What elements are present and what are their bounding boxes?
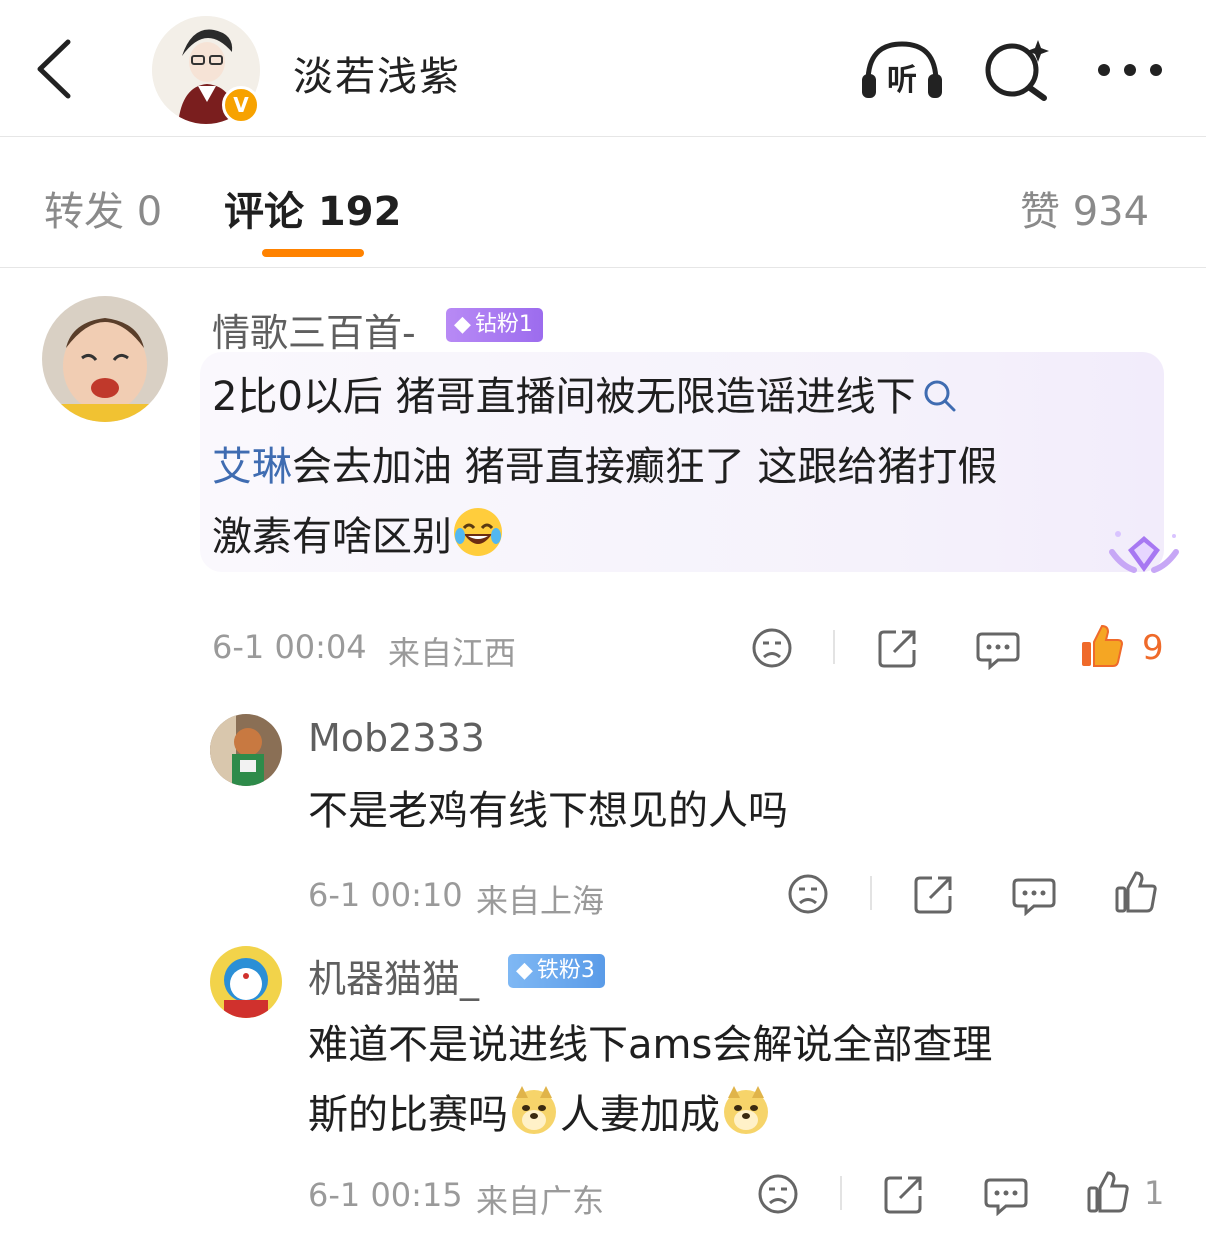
reply-comment-icon[interactable] <box>976 626 1020 670</box>
commenter-avatar[interactable] <box>42 296 168 422</box>
reply-username[interactable]: 机器猫猫_ <box>308 948 479 1003</box>
comment-line-3: 激素有啥区别 <box>212 502 1162 572</box>
badge-label: 钻粉1 <box>474 312 533 337</box>
listen-headphones-icon[interactable]: 听 <box>858 36 946 102</box>
like-thumb-icon[interactable] <box>1080 624 1124 668</box>
dislike-face-icon[interactable] <box>750 626 794 670</box>
commenter-name[interactable]: 情歌三百首- <box>212 302 416 357</box>
listen-label: 听 <box>887 63 917 98</box>
tab-bar: 转发 0 评论 192 赞 934 <box>0 137 1206 268</box>
reply-text: 难道不是说进线下ams会解说全部查理 斯的比赛吗 人妻加成 <box>308 1010 1168 1150</box>
topic-link[interactable]: 艾琳 <box>212 444 292 490</box>
search-link-icon[interactable] <box>922 378 958 414</box>
comment-item: 情歌三百首- ◆ 钻粉1 2比0以后 猪哥直播间被无限造谣进线下 艾琳会去加油 猪… <box>0 268 1206 688</box>
diamond-icon: ◆ <box>516 958 533 983</box>
comment-time: 6-1 00:04 <box>212 628 367 666</box>
reply-location: 来自上海 <box>476 882 605 920</box>
reply-text-part: 人妻加成 <box>560 1092 720 1138</box>
comment-text-part: 激素有啥区别 <box>212 514 452 560</box>
page-title[interactable]: 淡若浅紫 <box>293 44 461 102</box>
reply-avatar[interactable] <box>210 714 282 786</box>
share-icon[interactable] <box>876 626 920 670</box>
separator <box>840 1176 842 1210</box>
reply-line-1: 难道不是说进线下ams会解说全部查理 <box>308 1010 1168 1080</box>
reply-text-part: 难道不是说进线下ams会解说全部查理 <box>308 1022 993 1068</box>
tab-reposts[interactable]: 转发 0 <box>44 179 162 237</box>
reply-comment-icon[interactable] <box>984 1172 1028 1216</box>
doge-emoji-icon <box>724 1086 768 1134</box>
diamond-fan-badge[interactable]: ◆ 钻粉1 <box>446 308 543 342</box>
reply-time: 6-1 00:15 <box>308 1176 463 1214</box>
reply-time: 6-1 00:10 <box>308 876 463 914</box>
like-thumb-icon[interactable] <box>1114 870 1158 914</box>
verified-badge: V <box>222 86 260 124</box>
reply-item: Mob2333 不是老鸡有线下想见的人吗 6-1 00:10 来自上海 <box>0 700 1206 930</box>
tab-comments[interactable]: 评论 192 <box>224 179 401 237</box>
like-thumb-icon[interactable] <box>1086 1170 1130 1214</box>
comment-text-part: 2比0以后 猪哥直播间被无限造谣进线下 <box>212 374 916 420</box>
reply-comment-icon[interactable] <box>1012 872 1056 916</box>
reply-avatar[interactable] <box>210 946 282 1018</box>
doge-emoji-icon <box>512 1086 556 1134</box>
top-bar: V 淡若浅紫 听 <box>0 0 1206 137</box>
reply-location: 来自广东 <box>476 1182 605 1220</box>
reply-item: 机器猫猫_ ◆ 铁粉3 难道不是说进线下ams会解说全部查理 斯的比赛吗 人妻加成 … <box>0 936 1206 1252</box>
laughing-crying-emoji-icon <box>454 508 502 556</box>
comment-text: 2比0以后 猪哥直播间被无限造谣进线下 艾琳会去加油 猪哥直接癫狂了 这跟给猪打… <box>212 362 1162 572</box>
badge-label: 铁粉3 <box>536 958 595 983</box>
like-count: 1 <box>1144 1174 1165 1212</box>
share-icon[interactable] <box>912 872 956 916</box>
active-tab-indicator <box>262 249 364 257</box>
reply-username[interactable]: Mob2333 <box>308 716 485 760</box>
comment-line-2: 艾琳会去加油 猪哥直接癫狂了 这跟给猪打假 <box>212 432 1162 502</box>
more-options-icon[interactable] <box>1094 60 1166 80</box>
share-icon[interactable] <box>882 1172 926 1216</box>
comment-line-1: 2比0以后 猪哥直播间被无限造谣进线下 <box>212 362 1162 432</box>
diamond-icon: ◆ <box>454 312 471 337</box>
comment-text-part: 会去加油 猪哥直接癫狂了 这跟给猪打假 <box>292 444 998 490</box>
diamond-crest-icon <box>1109 531 1179 573</box>
reply-text-part: 斯的比赛吗 <box>308 1092 508 1138</box>
back-arrow-icon[interactable] <box>34 38 74 100</box>
separator <box>870 876 872 910</box>
comment-location: 来自江西 <box>388 634 517 672</box>
separator <box>833 630 835 664</box>
search-sparkle-icon[interactable] <box>982 36 1052 102</box>
reply-text: 不是老鸡有线下想见的人吗 <box>308 788 788 834</box>
dislike-face-icon[interactable] <box>756 1172 800 1216</box>
iron-fan-badge[interactable]: ◆ 铁粉3 <box>508 954 605 988</box>
like-count: 9 <box>1142 628 1164 668</box>
reply-line-2: 斯的比赛吗 人妻加成 <box>308 1080 1168 1150</box>
dislike-face-icon[interactable] <box>786 872 830 916</box>
tab-likes[interactable]: 赞 934 <box>1020 179 1149 237</box>
